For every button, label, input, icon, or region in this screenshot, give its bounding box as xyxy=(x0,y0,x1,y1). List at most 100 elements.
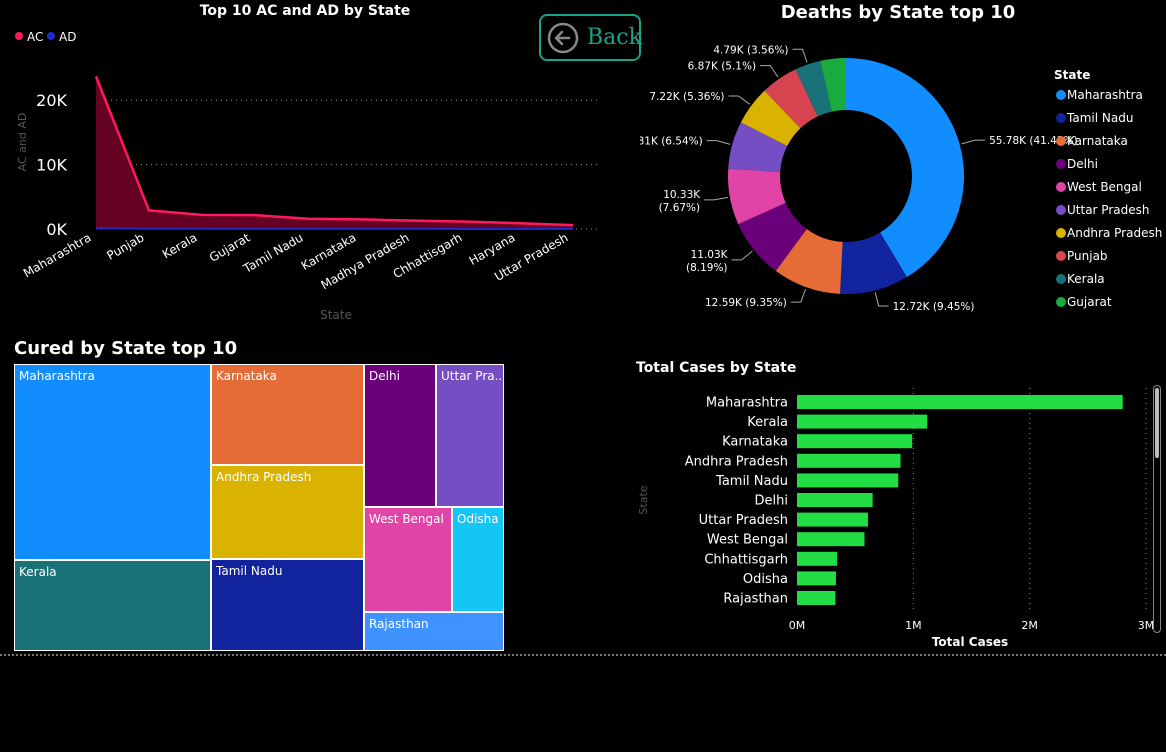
donut-leader-line xyxy=(792,48,808,63)
bar-mark xyxy=(797,532,865,547)
donut-data-label: 7.22K (5.36%) xyxy=(649,91,724,103)
treemap-tile-label: Rajasthan xyxy=(369,617,429,631)
area-xtick-label: Gujarat xyxy=(207,230,253,265)
donut-chart: Deaths by State top 10 55.78K (41.43%)12… xyxy=(640,2,1162,313)
area-line-ad xyxy=(95,227,573,230)
treemap-tile-label: Tamil Nadu xyxy=(216,564,283,578)
donut-legend-title: State xyxy=(1054,68,1090,82)
area-chart-title: Top 10 AC and AD by State xyxy=(200,3,411,19)
legend-label-ad: AD xyxy=(59,30,76,44)
treemap-tile[interactable]: West Bengal xyxy=(364,507,452,612)
bar-mark xyxy=(797,551,838,566)
treemap-tile[interactable]: Andhra Pradesh xyxy=(211,465,364,559)
bar-mark xyxy=(797,473,899,488)
donut-data-label: 12.59K (9.35%) xyxy=(705,297,787,309)
donut-leader-line xyxy=(706,140,731,145)
bar-mark xyxy=(797,493,873,507)
treemap-tile[interactable]: Tamil Nadu xyxy=(211,559,364,651)
area-ytick-label: 10K xyxy=(36,156,67,175)
bar-category-label: Karnataka xyxy=(722,435,788,450)
donut-legend-label: Punjab xyxy=(1067,249,1108,263)
bar-xtick-label: 0M xyxy=(789,619,806,632)
area-chart-xlabel: State xyxy=(320,308,352,322)
donut-legend-label: Maharashtra xyxy=(1067,88,1143,102)
donut-data-label: 6.87K (5.1%) xyxy=(688,61,756,73)
donut-data-label: 8.81K (6.54%) xyxy=(640,136,703,148)
bar-category-label: Chhattisgarh xyxy=(704,552,788,567)
donut-legend-label: Tamil Nadu xyxy=(1066,111,1133,125)
area-ytick-label: 20K xyxy=(36,91,67,110)
donut-legend-label: West Bengal xyxy=(1067,180,1142,194)
legend-marker-ad xyxy=(47,32,55,40)
treemap-tile-label: Uttar Pra... xyxy=(441,369,504,383)
bar-category-label: Kerala xyxy=(747,415,788,430)
donut-leader-line xyxy=(728,95,751,105)
bar-category-label: Maharashtra xyxy=(706,396,788,411)
donut-legend-label: Uttar Pradesh xyxy=(1067,203,1149,217)
treemap-tile[interactable]: Maharashtra xyxy=(14,364,211,560)
treemap-tile-label: Odisha xyxy=(457,512,499,526)
bar-chart-scrollbar[interactable] xyxy=(1153,385,1161,633)
treemap-tile-label: Maharashtra xyxy=(19,369,95,383)
treemap-tile[interactable]: Kerala xyxy=(14,560,211,651)
bar-mark xyxy=(797,414,928,429)
bar-category-label: Andhra Pradesh xyxy=(685,454,788,469)
donut-legend-label: Gujarat xyxy=(1067,295,1112,309)
donut-legend-label: Kerala xyxy=(1067,272,1105,286)
back-arrow-icon xyxy=(547,22,579,54)
donut-data-label: 12.72K (9.45%) xyxy=(893,301,975,313)
bar-category-label: West Bengal xyxy=(707,533,788,548)
legend-label-ac: AC xyxy=(27,30,43,44)
bottom-divider xyxy=(0,654,1166,656)
bar-xtick-label: 3M xyxy=(1138,619,1155,632)
donut-legend-marker xyxy=(1056,205,1066,215)
back-button[interactable]: Back xyxy=(539,14,642,61)
bar-mark xyxy=(797,453,901,468)
bar-mark xyxy=(797,395,1123,409)
area-xtick-label: Kerala xyxy=(160,230,200,261)
bar-chart: Total Cases by State State Total Cases M… xyxy=(636,360,1155,649)
donut-legend-label: Karnataka xyxy=(1067,134,1128,148)
bar-mark xyxy=(797,591,836,605)
treemap-tile-label: West Bengal xyxy=(369,512,444,526)
bar-chart-title: Total Cases by State xyxy=(636,360,796,376)
treemap-tile[interactable]: Rajasthan xyxy=(364,612,504,651)
donut-leader-line xyxy=(704,196,729,201)
donut-legend-marker xyxy=(1056,182,1066,192)
donut-legend-marker xyxy=(1056,159,1066,169)
treemap-title: Cured by State top 10 xyxy=(14,338,238,359)
donut-legend-label: Delhi xyxy=(1067,157,1098,171)
donut-data-label: 10.33K (7.67%) xyxy=(659,189,702,214)
treemap-tile-label: Karnataka xyxy=(216,369,277,383)
area-xtick-label: Tamil Nadu xyxy=(240,230,305,276)
area-fill-ac xyxy=(96,76,573,229)
treemap-tile[interactable]: Karnataka xyxy=(211,364,364,465)
donut-legend-marker xyxy=(1056,228,1066,238)
treemap-tile[interactable]: Odisha xyxy=(452,507,504,612)
donut-leader-line xyxy=(874,292,889,307)
bar-mark xyxy=(797,434,913,449)
donut-leader-line xyxy=(760,65,779,78)
donut-legend-marker xyxy=(1056,90,1066,100)
donut-data-label: 4.79K (3.56%) xyxy=(713,44,788,56)
bar-xtick-label: 1M xyxy=(905,619,922,632)
donut-leader-line xyxy=(790,288,807,303)
treemap-tile[interactable]: Uttar Pra... xyxy=(436,364,504,507)
donut-legend-marker xyxy=(1056,251,1066,261)
donut-legend-marker xyxy=(1056,297,1066,307)
bar-chart-ylabel: State xyxy=(637,485,650,514)
bar-category-label: Uttar Pradesh xyxy=(699,513,788,528)
area-line-ac xyxy=(94,75,574,227)
treemap-tile-label: Andhra Pradesh xyxy=(216,470,312,484)
back-button-label: Back xyxy=(587,25,642,50)
bar-category-label: Tamil Nadu xyxy=(715,474,788,489)
bar-mark xyxy=(797,571,836,586)
treemap-tile[interactable]: Delhi xyxy=(364,364,436,507)
donut-legend-marker xyxy=(1056,113,1066,123)
bar-category-label: Rajasthan xyxy=(723,592,788,607)
donut-legend-marker xyxy=(1056,274,1066,284)
scroll-thumb[interactable] xyxy=(1155,388,1159,458)
area-chart-legend[interactable]: AC AD xyxy=(15,30,76,44)
donut-leader-line xyxy=(961,139,986,145)
bar-category-label: Delhi xyxy=(755,494,788,509)
